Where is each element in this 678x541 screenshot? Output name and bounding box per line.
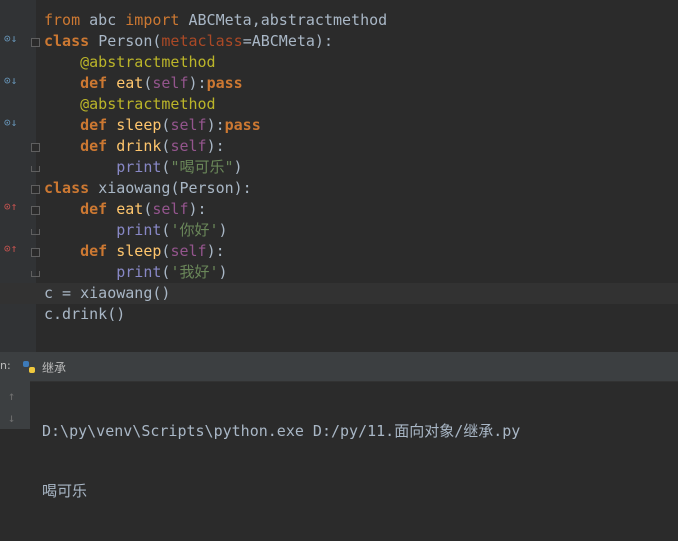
code-token: class — [44, 32, 99, 50]
code-token: pass — [224, 116, 261, 134]
code-line[interactable]: c = xiaowang() — [44, 283, 387, 304]
run-sidebar: ↑ ↓ — [0, 381, 30, 429]
code-token: ) — [218, 221, 228, 239]
code-token: def — [80, 137, 117, 155]
code-line[interactable]: c.drink() — [44, 304, 387, 325]
overrides-marker-icon[interactable]: ⊙↑ — [4, 200, 17, 213]
code-token: ): — [188, 200, 207, 218]
code-token: c.drink() — [44, 305, 126, 323]
run-tab[interactable]: 继承 — [14, 356, 74, 378]
code-line[interactable]: def sleep(self):pass — [44, 115, 387, 136]
code-line[interactable]: def sleep(self): — [44, 241, 387, 262]
run-panel: n: 继承 ↑ ↓ D:\py\venv\Scripts\python.exe … — [0, 352, 678, 500]
code-line[interactable]: print('你好') — [44, 220, 387, 241]
fold-marker-icon[interactable] — [31, 248, 40, 257]
code-token: self — [170, 242, 207, 260]
code-line[interactable]: from abc import ABCMeta,abstractmethod — [44, 10, 387, 31]
code-line[interactable]: print("喝可乐") — [44, 157, 387, 178]
fold-end-icon[interactable] — [31, 229, 40, 235]
fold-marker-icon[interactable] — [31, 185, 40, 194]
code-token: self — [170, 116, 207, 134]
scroll-down-icon[interactable]: ↓ — [8, 411, 15, 425]
output-command-line: D:\py\venv\Scripts\python.exe D:/py/11.面… — [42, 422, 521, 440]
code-token: ): — [206, 242, 225, 260]
run-panel-header: n: 继承 — [0, 353, 678, 382]
code-token: '你好' — [170, 221, 219, 239]
code-token: @abstractmethod — [80, 95, 216, 113]
code-content[interactable]: from abc import ABCMeta,abstractmethod cl… — [44, 10, 387, 325]
code-token: ): — [206, 137, 225, 155]
code-line[interactable]: def drink(self): — [44, 136, 387, 157]
code-line[interactable]: @abstractmethod — [44, 94, 387, 115]
fold-marker-icon[interactable] — [31, 38, 40, 47]
code-token: metaclass — [161, 32, 243, 50]
code-token: xiaowang — [98, 179, 171, 197]
code-token: from — [44, 11, 90, 29]
code-token: import — [125, 11, 189, 29]
python-icon — [22, 360, 36, 374]
code-token: def — [80, 200, 117, 218]
code-token: =ABCMeta): — [242, 32, 333, 50]
code-token: ) — [218, 263, 228, 281]
code-line[interactable]: class xiaowang(Person): — [44, 178, 387, 199]
code-line[interactable]: def eat(self):pass — [44, 73, 387, 94]
fold-marker-icon[interactable] — [31, 143, 40, 152]
code-token: def — [80, 74, 117, 92]
run-tab-label: 继承 — [42, 360, 67, 375]
code-token: class — [44, 179, 99, 197]
scroll-up-icon[interactable]: ↑ — [8, 389, 15, 403]
code-token: eat — [116, 200, 144, 218]
fold-end-icon[interactable] — [31, 166, 40, 172]
code-token: eat — [116, 74, 144, 92]
code-token: print — [116, 158, 162, 176]
code-token: "喝可乐" — [170, 158, 234, 176]
code-token: @abstractmethod — [80, 53, 216, 71]
code-token: ): — [188, 74, 207, 92]
implemented-marker-icon[interactable]: ⊙↓ — [4, 32, 17, 45]
code-token: self — [152, 74, 189, 92]
code-token: print — [116, 221, 162, 239]
fold-marker-icon[interactable] — [31, 206, 40, 215]
output-result-line: 喝可乐 — [42, 482, 88, 500]
code-token: print — [116, 263, 162, 281]
code-token: def — [80, 242, 117, 260]
code-token: sleep — [116, 116, 162, 134]
code-token: pass — [206, 74, 243, 92]
code-line[interactable]: @abstractmethod — [44, 52, 387, 73]
code-token: Person — [98, 32, 153, 50]
run-panel-label: n: — [0, 359, 11, 372]
code-token: sleep — [116, 242, 162, 260]
code-line[interactable]: print('我好') — [44, 262, 387, 283]
code-token: Person — [179, 179, 234, 197]
implemented-marker-icon[interactable]: ⊙↓ — [4, 74, 17, 87]
code-line[interactable]: class Person(metaclass=ABCMeta): — [44, 31, 387, 52]
implemented-marker-icon[interactable]: ⊙↓ — [4, 116, 17, 129]
code-token: '我好' — [170, 263, 219, 281]
code-line[interactable]: def eat(self): — [44, 199, 387, 220]
code-token: self — [170, 137, 207, 155]
overrides-marker-icon[interactable]: ⊙↑ — [4, 242, 17, 255]
code-token: ): — [233, 179, 252, 197]
fold-end-icon[interactable] — [31, 271, 40, 277]
code-token: def — [80, 116, 117, 134]
code-token: self — [152, 200, 189, 218]
code-token: drink — [116, 137, 162, 155]
code-token: abc — [89, 11, 126, 29]
code-token: c = xiaowang() — [44, 284, 171, 302]
code-token: ): — [206, 116, 225, 134]
code-token: ) — [233, 158, 243, 176]
code-editor[interactable]: ⊙↓ ⊙↓ ⊙↓ ⊙↑ ⊙↑ from abc import ABCMeta,a… — [0, 0, 678, 352]
run-output[interactable]: D:\py\venv\Scripts\python.exe D:/py/11.面… — [42, 381, 520, 541]
code-token: ABCMeta,abstractmethod — [188, 11, 388, 29]
